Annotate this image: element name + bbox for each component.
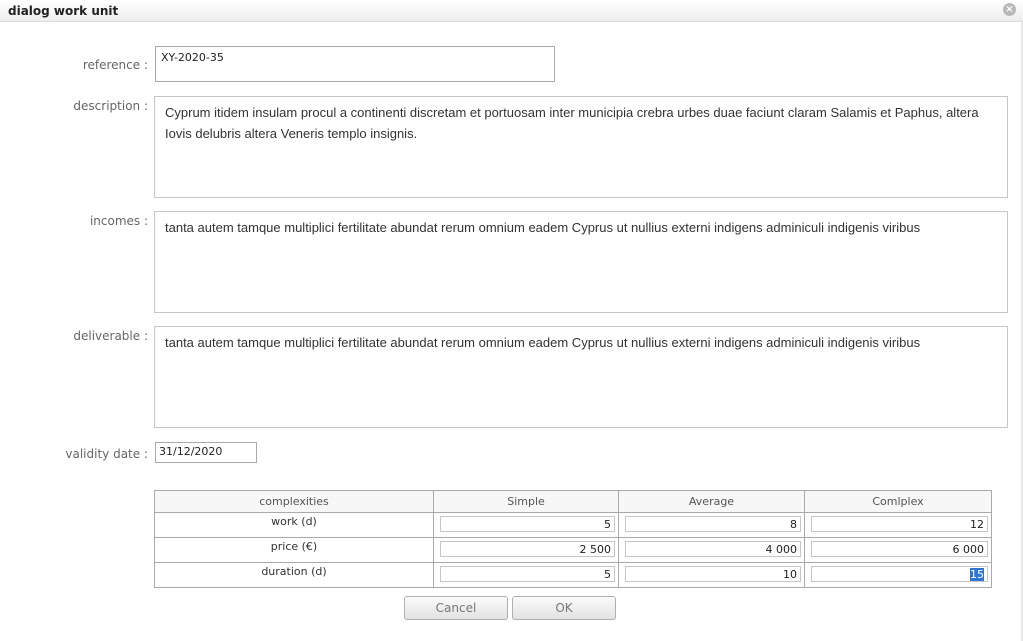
cell: 10: [618, 562, 805, 588]
duration-complex-input[interactable]: 15: [811, 566, 988, 582]
dialog-titlebar: dialog work unit ×: [0, 0, 1023, 22]
work-average-input[interactable]: 8: [625, 516, 801, 532]
close-icon[interactable]: ×: [1003, 3, 1016, 16]
selected-text: 15: [970, 568, 984, 581]
work-simple-input[interactable]: 5: [440, 516, 615, 532]
price-simple-input[interactable]: 2 500: [440, 541, 615, 557]
deliverable-label: deliverable :: [73, 329, 148, 343]
duration-simple-input[interactable]: 5: [440, 566, 615, 582]
validity-date-input[interactable]: 31/12/2020: [155, 442, 257, 463]
incomes-label: incomes :: [89, 214, 148, 228]
description-textarea[interactable]: Cyprum itidem insulam procul a continent…: [154, 96, 1008, 198]
table-row: duration (d) 5 10 15: [154, 562, 992, 588]
incomes-textarea[interactable]: tanta autem tamque multiplici fertilitat…: [154, 211, 1008, 313]
cell: 15: [804, 562, 992, 588]
cell: 6 000: [804, 537, 992, 563]
duration-average-input[interactable]: 10: [625, 566, 801, 582]
cell: 8: [618, 512, 805, 538]
row-label-duration: duration (d): [154, 562, 434, 588]
ok-button[interactable]: OK: [512, 596, 616, 620]
reference-input[interactable]: XY-2020-35: [155, 46, 555, 82]
incomes-value: tanta autem tamque multiplici fertilitat…: [165, 220, 921, 235]
description-value: Cyprum itidem insulam procul a continent…: [165, 105, 979, 141]
validity-date-label: validity date :: [65, 447, 148, 461]
reference-label: reference :: [82, 58, 148, 72]
cancel-button[interactable]: Cancel: [404, 596, 508, 620]
cell: 5: [433, 512, 619, 538]
price-complex-input[interactable]: 6 000: [811, 541, 988, 557]
validity-date-value: 31/12/2020: [159, 445, 223, 458]
header-simple: Simple: [433, 490, 619, 513]
cell: 5: [433, 562, 619, 588]
reference-value: XY-2020-35: [161, 51, 224, 64]
description-label: description :: [73, 99, 148, 113]
complexities-table: complexities Simple Average Comlplex wor…: [154, 490, 992, 588]
header-complexities: complexities: [154, 490, 434, 513]
complexities-header-row: complexities Simple Average Comlplex: [154, 490, 992, 513]
row-label-work: work (d): [154, 512, 434, 538]
header-average: Average: [618, 490, 805, 513]
table-row: price (€) 2 500 4 000 6 000: [154, 537, 992, 563]
deliverable-value: tanta autem tamque multiplici fertilitat…: [165, 335, 921, 350]
dialog-title: dialog work unit: [8, 4, 119, 18]
cell: 2 500: [433, 537, 619, 563]
deliverable-textarea[interactable]: tanta autem tamque multiplici fertilitat…: [154, 326, 1008, 428]
header-complex: Comlplex: [804, 490, 992, 513]
cell: 4 000: [618, 537, 805, 563]
table-row: work (d) 5 8 12: [154, 512, 992, 538]
row-label-price: price (€): [154, 537, 434, 563]
price-average-input[interactable]: 4 000: [625, 541, 801, 557]
work-complex-input[interactable]: 12: [811, 516, 988, 532]
cell: 12: [804, 512, 992, 538]
